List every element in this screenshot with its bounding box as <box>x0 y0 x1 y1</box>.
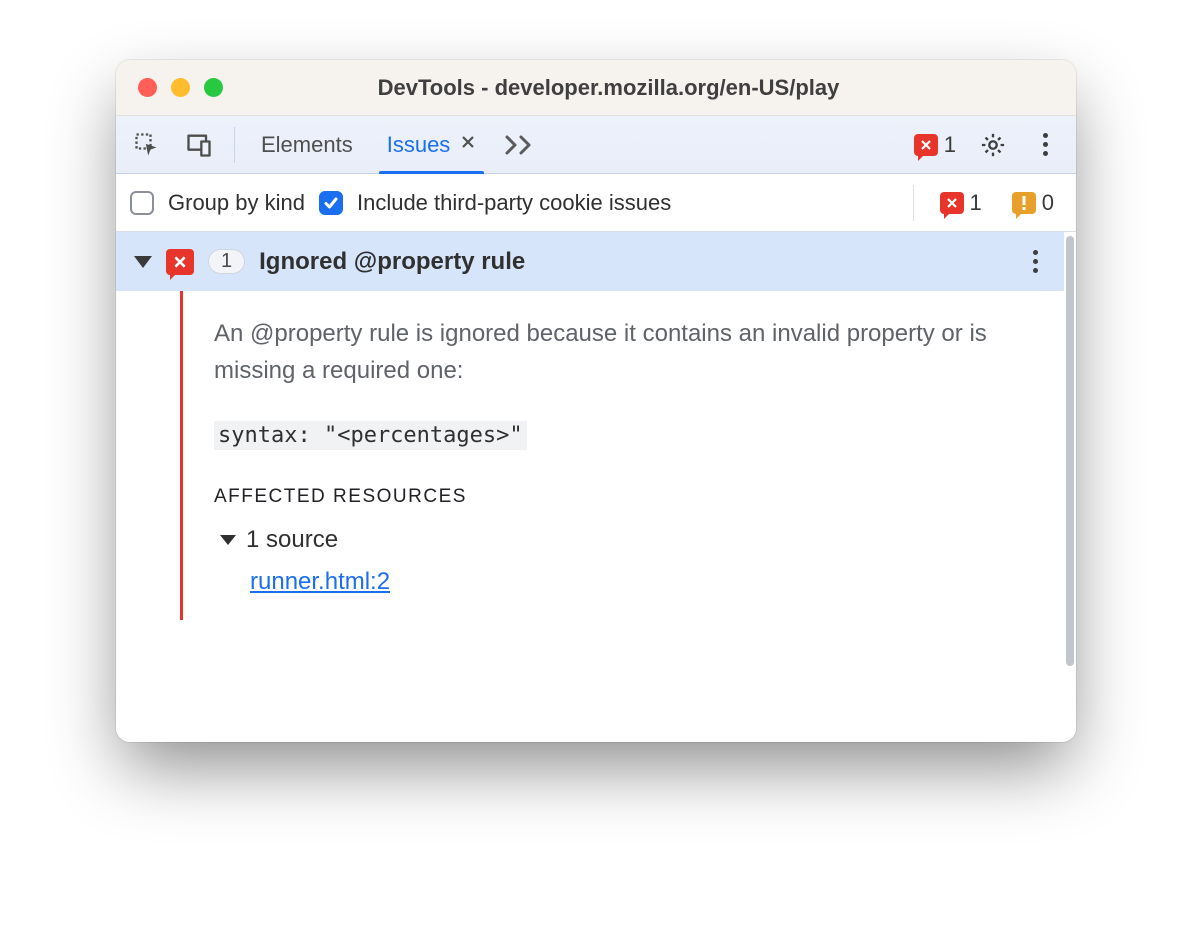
window-title: DevTools - developer.mozilla.org/en-US/p… <box>223 75 994 101</box>
more-tabs-icon[interactable] <box>496 122 546 168</box>
filterbar-error-indicator[interactable]: 1 <box>932 190 990 216</box>
third-party-label: Include third-party cookie issues <box>357 190 671 216</box>
window-titlebar: DevTools - developer.mozilla.org/en-US/p… <box>116 60 1076 116</box>
affected-resources-heading: Affected Resources <box>214 486 1030 508</box>
issues-filter-bar: Group by kind Include third-party cookie… <box>116 174 1076 232</box>
tab-elements[interactable]: Elements <box>247 116 367 174</box>
toolbar-error-indicator[interactable]: 1 <box>906 132 964 158</box>
issue-header[interactable]: 1 Ignored @property rule <box>116 232 1064 291</box>
tab-issues-close-icon[interactable] <box>460 133 476 156</box>
issue-severity-rule <box>180 291 183 620</box>
issue-code-snippet: syntax: "<percentages>" <box>214 421 527 450</box>
group-by-kind-checkbox[interactable] <box>130 191 154 215</box>
devtools-window: DevTools - developer.mozilla.org/en-US/p… <box>116 60 1076 742</box>
traffic-lights <box>138 78 223 97</box>
error-speech-icon <box>914 134 938 156</box>
affected-sources-toggle[interactable]: 1 source <box>220 526 1030 554</box>
tab-elements-label: Elements <box>261 132 353 158</box>
issue-description: An @property rule is ignored because it … <box>214 315 1030 389</box>
issue-body: An @property rule is ignored because it … <box>116 291 1064 620</box>
source-link[interactable]: runner.html:2 <box>250 568 390 596</box>
toolbar-divider <box>234 127 235 163</box>
window-zoom-button[interactable] <box>204 78 223 97</box>
issue-expand-icon[interactable] <box>134 256 152 268</box>
issue-count-pill: 1 <box>208 249 245 274</box>
chevron-down-icon <box>220 535 236 545</box>
source-count-label: 1 source <box>246 526 338 554</box>
devtools-toolbar: Elements Issues 1 <box>116 116 1076 174</box>
scrollbar-thumb[interactable] <box>1066 236 1074 666</box>
issues-content: 1 Ignored @property rule An @property ru… <box>116 232 1076 742</box>
issues-main: 1 Ignored @property rule An @property ru… <box>116 232 1064 742</box>
inspect-element-icon[interactable] <box>124 122 170 168</box>
device-toolbar-icon[interactable] <box>176 122 222 168</box>
tab-issues-label: Issues <box>387 132 451 158</box>
window-close-button[interactable] <box>138 78 157 97</box>
window-minimize-button[interactable] <box>171 78 190 97</box>
issue-more-icon[interactable] <box>1025 242 1046 281</box>
more-options-icon[interactable] <box>1022 122 1068 168</box>
issue-title: Ignored @property rule <box>259 248 1011 276</box>
warning-speech-icon <box>1012 192 1036 214</box>
filterbar-warn-indicator[interactable]: 0 <box>1004 190 1062 216</box>
toolbar-error-count: 1 <box>944 132 956 158</box>
filterbar-divider <box>913 185 914 221</box>
vertical-scrollbar[interactable] <box>1064 232 1076 742</box>
filterbar-warn-count: 0 <box>1042 190 1054 216</box>
error-speech-icon <box>940 192 964 214</box>
third-party-checkbox[interactable] <box>319 191 343 215</box>
group-by-kind-label: Group by kind <box>168 190 305 216</box>
tab-issues[interactable]: Issues <box>373 116 491 174</box>
gear-icon[interactable] <box>970 122 1016 168</box>
filterbar-error-count: 1 <box>970 190 982 216</box>
error-speech-icon <box>166 249 194 275</box>
